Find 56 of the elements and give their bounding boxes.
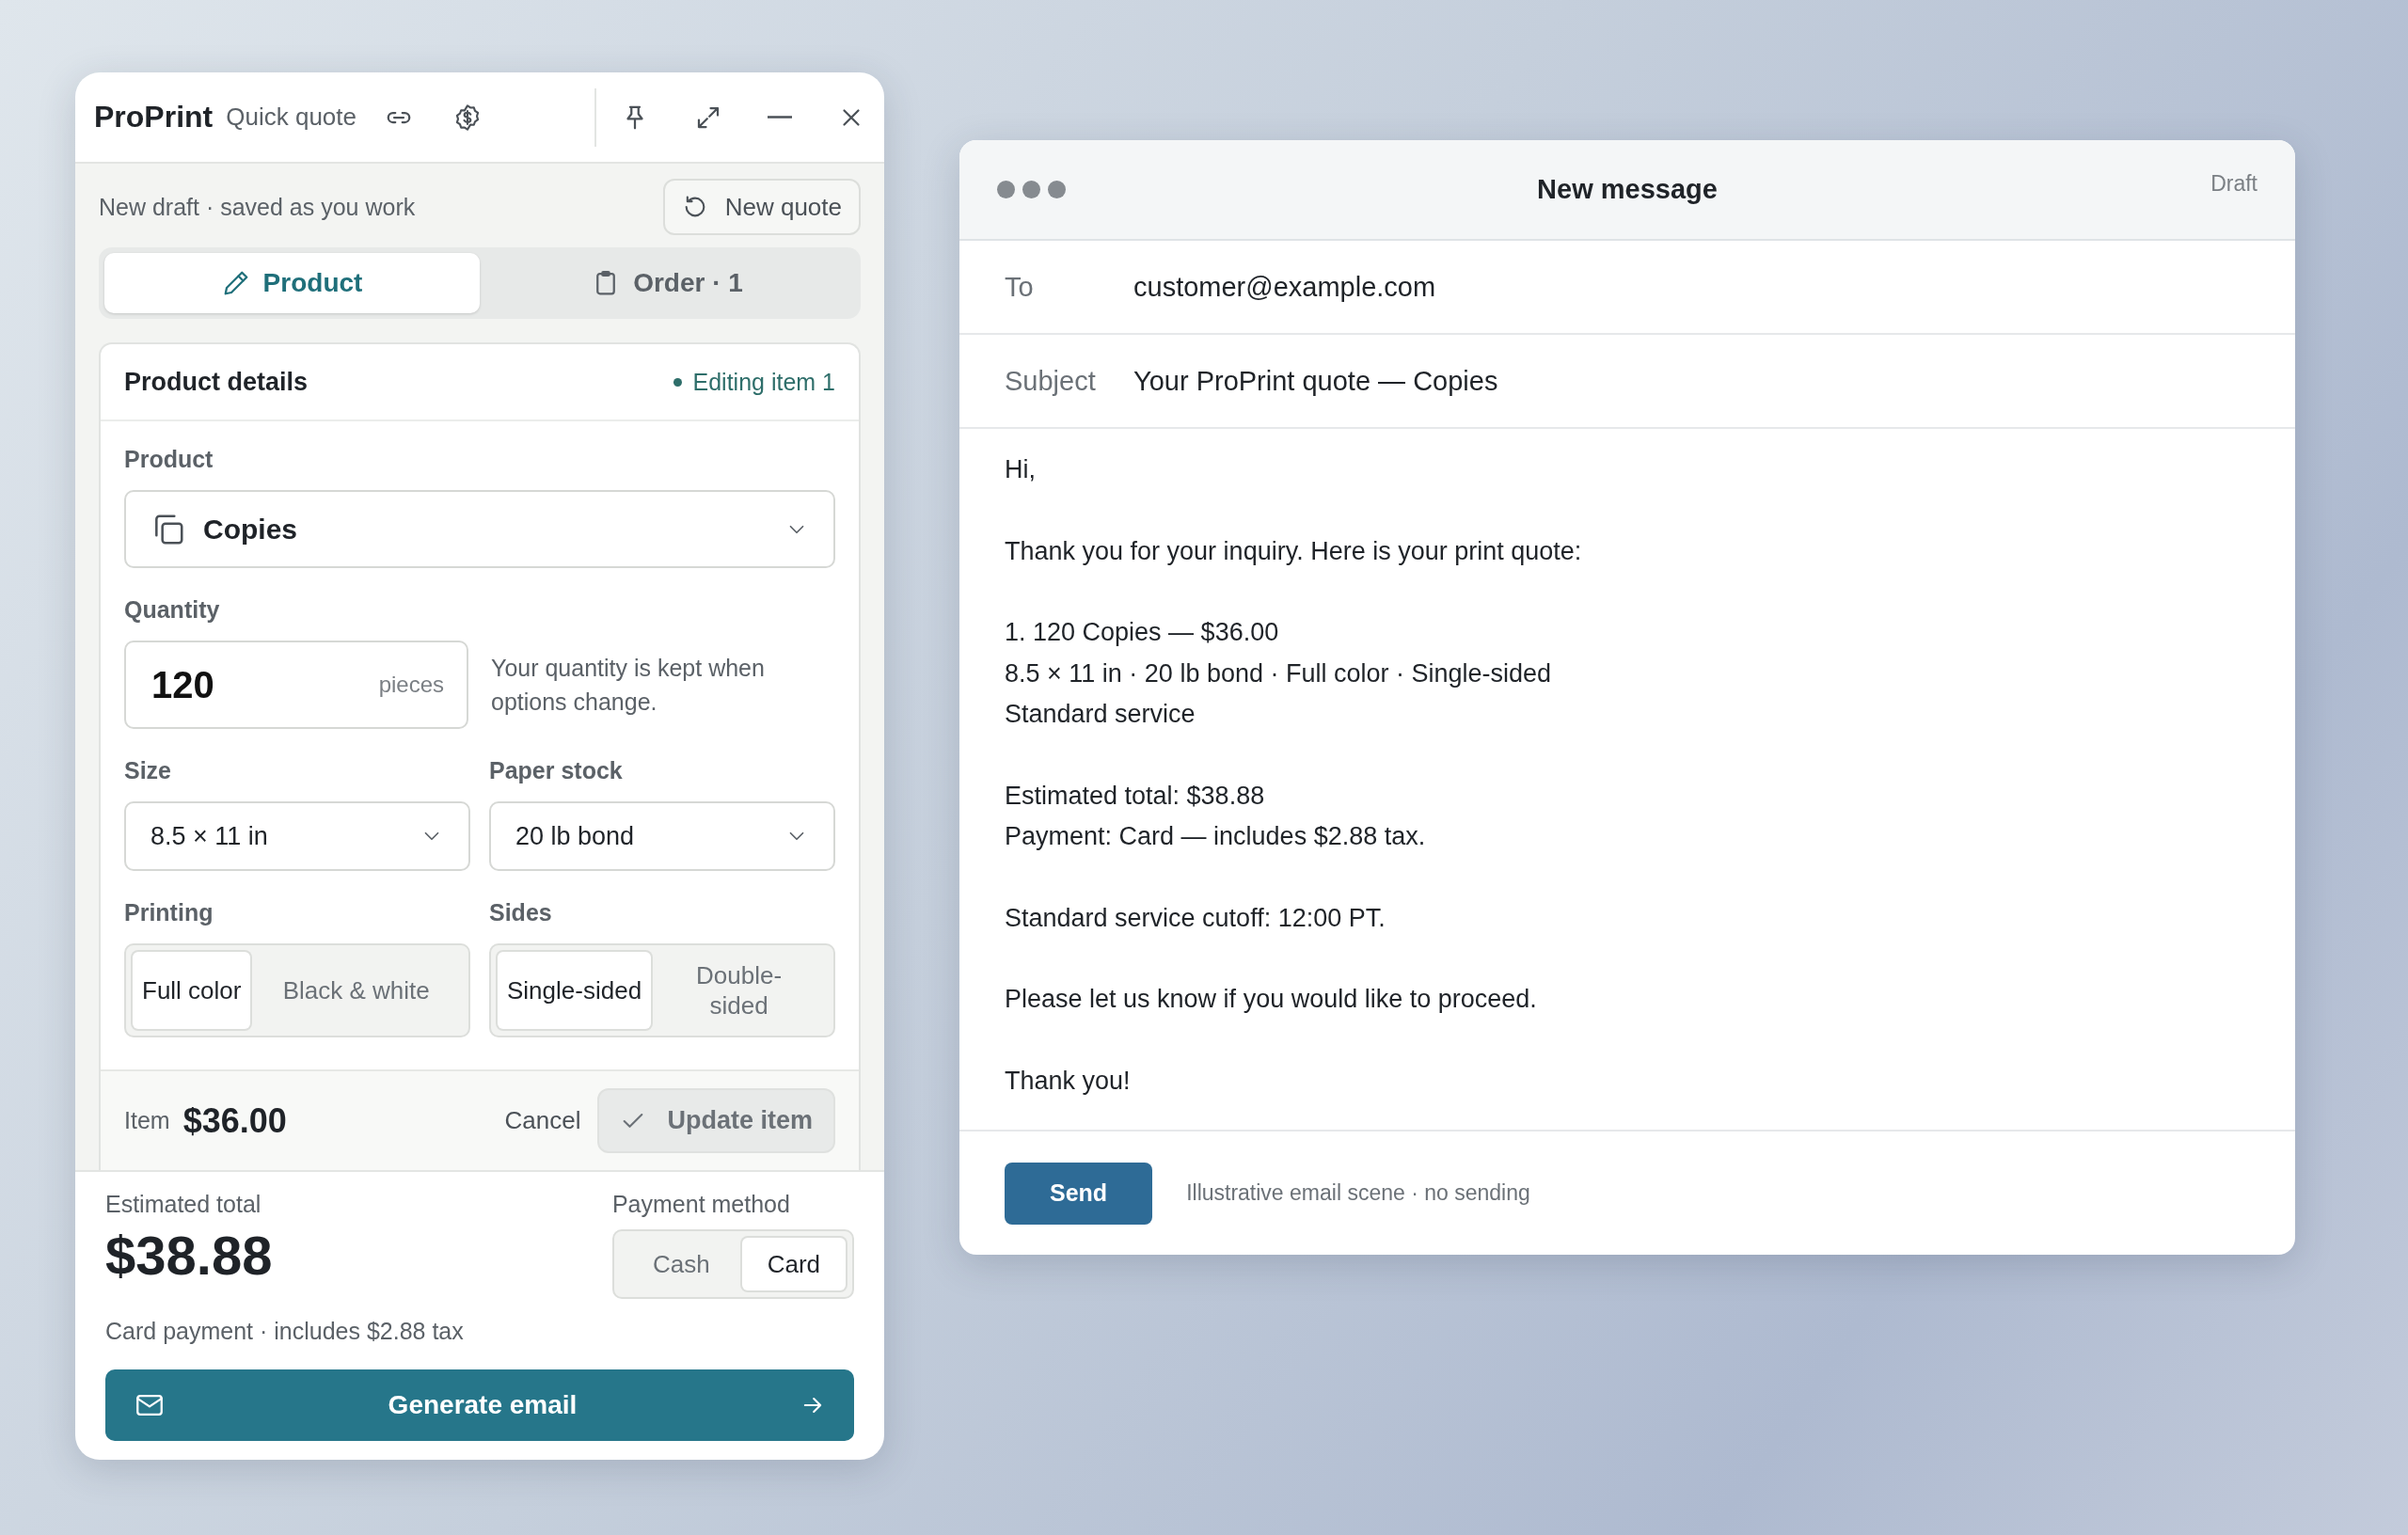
segment-option[interactable]: Full color (133, 952, 251, 1029)
total-label: Estimated total (105, 1191, 262, 1218)
window-dot[interactable] (1022, 181, 1040, 198)
minimize-icon (768, 116, 792, 119)
message-line: Estimated total: $38.88 (1005, 780, 1266, 812)
message-line: Payment: Card — includes $2.88 tax. (1005, 821, 1427, 852)
window-dot[interactable] (1048, 181, 1066, 198)
size-select[interactable]: 8.5 × 11 in (124, 801, 470, 871)
message-line: Hi, (1005, 454, 1037, 485)
payment-label: Payment method (611, 1191, 791, 1218)
segment-option[interactable]: Single-sided (498, 952, 652, 1029)
segment-option[interactable]: Black & white (250, 952, 462, 1029)
tab[interactable]: Order · 1 (480, 253, 855, 313)
card-title: Product details (124, 367, 309, 397)
footer-note: Illustrative email scene · no sending (1186, 1180, 1530, 1206)
to-field[interactable]: customer@example.com (1133, 271, 1436, 303)
app-subtitle: Quick quote (226, 103, 356, 132)
segment-option[interactable]: Card (741, 1238, 846, 1290)
tab[interactable]: Product (104, 253, 480, 313)
message-line: Thank you for your inquiry. Here is your print quote: (1005, 535, 1583, 567)
field-label: Quantity (124, 596, 221, 624)
segment-option[interactable]: Cash (620, 1238, 742, 1290)
paper-select[interactable]: 20 lb bond (489, 801, 835, 871)
field-label: Sides (489, 899, 553, 926)
field-label: Size (124, 757, 173, 784)
subject-label: Subject (1005, 365, 1097, 397)
editing-status: Editing item 1 (692, 368, 835, 396)
message-line: 8.5 × 11 in · 20 lb bond · Full color · Single-sided (1005, 657, 1553, 689)
generate-email-button[interactable]: Generate email (105, 1369, 854, 1441)
field-label: Paper stock (489, 757, 624, 784)
new-quote-button[interactable]: New quote (662, 179, 861, 235)
window-title: New message (1537, 174, 1718, 204)
item-price: $36.00 (182, 1100, 288, 1141)
status-dot (673, 377, 682, 387)
total-amount: $38.88 (105, 1224, 273, 1287)
quantity-hint: Your quantity is kept when options change. (491, 653, 766, 717)
field-label: Product (124, 446, 214, 473)
cancel-button[interactable]: Cancel (500, 1106, 585, 1135)
product-select[interactable]: Copies (124, 490, 835, 568)
item-label: Item (124, 1107, 170, 1134)
segment-option[interactable]: Double-sided (651, 952, 827, 1029)
field-label: Printing (124, 899, 214, 926)
draft-status: New draft · saved as you work (99, 193, 416, 221)
message-line: Standard service cutoff: 12:00 PT. (1005, 902, 1386, 934)
draft-label: Draft (2210, 171, 2258, 197)
message-line: Thank you! (1005, 1065, 1132, 1097)
message-line: 1. 120 Copies — $36.00 (1005, 617, 1280, 648)
to-label: To (1005, 271, 1035, 303)
message-line: Standard service (1005, 699, 1196, 730)
quantity-field[interactable]: 120 pieces (124, 641, 468, 729)
payment-note: Card payment · includes $2.88 tax (105, 1318, 465, 1345)
app-title: ProPrint (94, 100, 214, 135)
window-dot[interactable] (997, 181, 1015, 198)
message-line: Please let us know if you would like to proceed. (1005, 984, 1538, 1015)
send-button[interactable]: Send (1005, 1162, 1153, 1225)
subject-field[interactable]: Your ProPrint quote — Copies (1133, 365, 1498, 397)
